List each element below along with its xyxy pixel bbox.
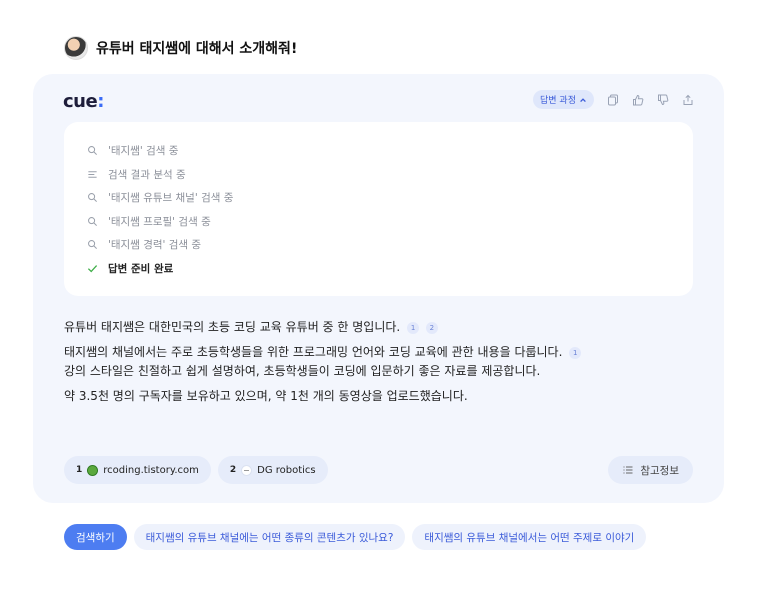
check-icon — [86, 262, 98, 274]
thumbs-down-icon[interactable] — [657, 94, 669, 106]
search-step-text: '태지쌤 유튜브 채널' 검색 중 — [108, 192, 234, 205]
search-icon — [86, 192, 98, 204]
search-step: '태지쌤' 검색 중 — [86, 139, 671, 163]
search-steps-panel: '태지쌤' 검색 중검색 결과 분석 중 '태지쌤 유튜브 채널' 검색 중 '태지… — [64, 122, 693, 296]
search-step-text: 답변 준비 완료 — [108, 262, 174, 275]
reference-info-label: 참고정보 — [640, 464, 679, 477]
copy-icon[interactable] — [607, 94, 619, 106]
answer-body: 유튜버 태지쌤은 대한민국의 초등 코딩 교육 유튜버 중 한 명입니다. 1 … — [64, 318, 704, 412]
share-icon[interactable] — [682, 94, 694, 106]
search-step-text: '태지쌤' 검색 중 — [108, 145, 179, 158]
site-favicon-icon — [241, 464, 253, 476]
search-step: '태지쌤 경력' 검색 중 — [86, 233, 671, 257]
search-step-text: '태지쌤 경력' 검색 중 — [108, 239, 202, 252]
user-avatar — [64, 36, 88, 60]
search-step: 답변 준비 완료 — [86, 257, 671, 281]
answer-paragraph: 태지쌤의 채널에서는 주로 초등학생들을 위한 프로그래밍 언어와 코딩 교육에… — [64, 343, 704, 381]
citation-badge[interactable]: 1 — [407, 321, 420, 334]
source-chip[interactable]: 2 DG robotics — [217, 456, 328, 484]
answer-paragraph: 유튜버 태지쌤은 대한민국의 초등 코딩 교육 유튜버 중 한 명입니다. 1 … — [64, 318, 704, 337]
list-icon — [86, 168, 98, 180]
suggested-question[interactable]: 태지쌤의 유튜브 채널에는 어떤 종류의 콘텐츠가 있나요? — [133, 524, 406, 550]
search-step: '태지쌤 프로필' 검색 중 — [86, 210, 671, 234]
source-list: 1 rcoding.tistory.com 2 DG robotics — [64, 456, 328, 484]
source-label: rcoding.tistory.com — [103, 464, 199, 476]
chevron-up-icon — [579, 96, 587, 104]
source-chip[interactable]: 1 rcoding.tistory.com — [64, 456, 211, 484]
search-icon — [86, 145, 98, 157]
thumbs-up-icon[interactable] — [632, 94, 644, 106]
suggested-question[interactable]: 태지쌤의 유튜브 채널에서는 어떤 주제로 이야기 — [412, 524, 647, 550]
answer-process-toggle[interactable]: 답변 과정 — [533, 90, 594, 109]
search-step-text: '태지쌤 프로필' 검색 중 — [108, 215, 211, 228]
list-icon — [622, 464, 634, 476]
answer-card: cue: 답변 과정 '태지쌤' 검색 중검색 결과 분석 중 '태지쌤 유튜브 … — [33, 74, 724, 503]
answer-paragraph: 약 3.5천 명의 구독자를 보유하고 있으며, 약 1천 개의 동영상을 업로… — [64, 389, 468, 403]
citation-badge[interactable]: 1 — [569, 346, 582, 359]
search-button[interactable]: 검색하기 — [64, 524, 127, 550]
cue-logo: cue: — [63, 91, 104, 112]
source-number: 1 — [76, 465, 83, 475]
site-favicon-icon — [87, 464, 99, 476]
search-step: '태지쌤 유튜브 채널' 검색 중 — [86, 186, 671, 210]
question-text: 유튜버 태지쌤에 대해서 소개해줘! — [96, 41, 298, 57]
source-label: DG robotics — [257, 464, 316, 476]
search-icon — [86, 215, 98, 227]
citation-badge[interactable]: 2 — [425, 321, 438, 334]
reference-info-button[interactable]: 참고정보 — [608, 456, 693, 484]
search-step: 검색 결과 분석 중 — [86, 163, 671, 187]
suggestion-bar: 검색하기 태지쌤의 유튜브 채널에는 어떤 종류의 콘텐츠가 있나요? 태지쌤의… — [64, 524, 709, 550]
source-number: 2 — [229, 465, 237, 475]
search-step-text: 검색 결과 분석 중 — [108, 168, 186, 181]
user-question: 유튜버 태지쌤에 대해서 소개해줘! — [64, 36, 297, 60]
search-icon — [86, 239, 98, 251]
answer-toolbar: 답변 과정 — [533, 90, 694, 109]
answer-process-label: 답변 과정 — [540, 96, 576, 106]
